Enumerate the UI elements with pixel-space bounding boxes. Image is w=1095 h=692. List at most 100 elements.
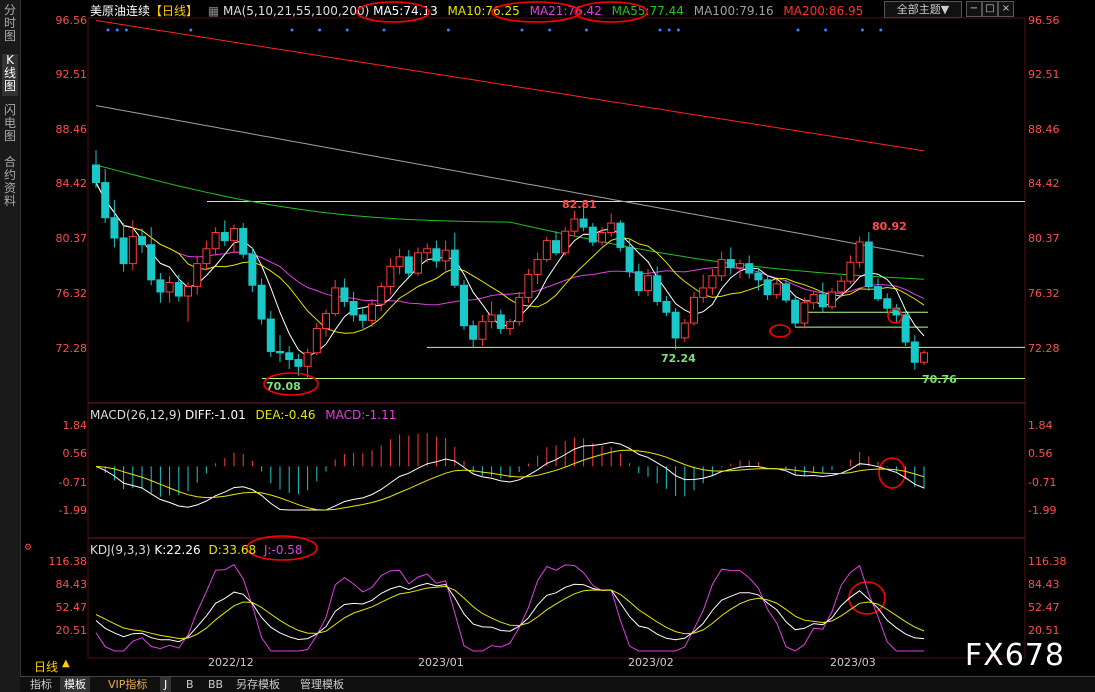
- candle-body: [800, 302, 809, 324]
- kdj-header: KDJ(9,3,3) K:22.26 D:33.68 J:-0.58: [90, 543, 303, 557]
- candle-body: [782, 283, 790, 301]
- tab-b[interactable]: B: [182, 677, 198, 692]
- candle-body: [193, 263, 202, 288]
- ma200-line: [95, 20, 925, 152]
- candle-body: [340, 287, 349, 302]
- candle-body: [469, 325, 478, 340]
- candle-body: [855, 241, 864, 263]
- candle-body: [726, 259, 735, 269]
- candle-body: [818, 294, 827, 308]
- candle-body: [690, 296, 698, 324]
- annotation-circle: [878, 457, 906, 489]
- candle-body: [920, 352, 928, 363]
- candle-body: [487, 314, 496, 323]
- signal-dot: [106, 28, 110, 32]
- candle-body: [874, 286, 882, 300]
- signal-dot: [446, 28, 450, 32]
- ma10-line: [95, 182, 925, 334]
- candle-body: [561, 230, 570, 254]
- kdj-tick-left: 84.43: [55, 578, 88, 591]
- price-chart-canvas[interactable]: 82.8180.9272.2470.0870.76: [0, 0, 1095, 692]
- signal-dot: [676, 28, 680, 32]
- kdj-tick-left: 116.38: [48, 555, 88, 568]
- signal-dot: [382, 28, 386, 32]
- price-extreme-label: 72.24: [661, 352, 696, 365]
- save-template-button[interactable]: 另存模板: [232, 677, 284, 692]
- candle-body: [92, 164, 100, 184]
- candle-body: [128, 236, 137, 265]
- tab-bb[interactable]: BB: [204, 677, 227, 692]
- ma55-line: [95, 164, 925, 280]
- candle-body: [542, 240, 551, 261]
- annotation-circle: [356, 1, 430, 23]
- candle-body: [533, 259, 542, 275]
- candle-body: [156, 279, 165, 293]
- candle-body: [432, 248, 441, 262]
- date-tick: 2023/02: [628, 656, 674, 669]
- candle-body: [524, 273, 533, 298]
- candle-body: [423, 248, 432, 254]
- tab-vip-indicator[interactable]: VIP指标: [104, 677, 151, 692]
- price-tick-right: 76.32: [1028, 287, 1060, 300]
- candle-body: [496, 314, 505, 329]
- candle-body: [910, 341, 919, 363]
- candle-body: [809, 294, 818, 304]
- candle-body: [634, 271, 643, 292]
- signal-dot: [189, 28, 193, 32]
- macd-tick-left: 1.84: [62, 419, 88, 432]
- tab-indicator[interactable]: 指标: [26, 677, 56, 692]
- period-up-icon[interactable]: ▲: [62, 658, 70, 669]
- price-tick-left: 92.51: [55, 68, 88, 81]
- chart-frame: [87, 17, 1026, 659]
- candle-body: [386, 265, 395, 288]
- candle-body: [239, 227, 248, 255]
- candle-body: [110, 217, 119, 239]
- kdj-settings-icon[interactable]: ⚙: [24, 543, 32, 553]
- candle-body: [404, 256, 413, 274]
- macd-tick-right: -0.71: [1028, 476, 1057, 489]
- candle-body: [220, 232, 229, 242]
- candle-body: [460, 284, 468, 327]
- candle-body: [174, 282, 183, 297]
- signal-dot: [796, 28, 800, 32]
- macd-tick-right: 1.84: [1028, 419, 1053, 432]
- candle-body: [616, 222, 625, 248]
- annotation-circle: [769, 324, 791, 338]
- manage-template-button[interactable]: 管理模板: [296, 677, 348, 692]
- candle-body: [708, 275, 717, 289]
- signal-dot: [124, 28, 128, 32]
- period-label[interactable]: 日线: [34, 658, 58, 675]
- candle-body: [598, 232, 606, 243]
- tab-j[interactable]: J: [160, 677, 172, 692]
- price-tick-left: 88.46: [55, 123, 88, 136]
- kdj-k-line: [95, 582, 925, 643]
- macd-tick-right: -1.99: [1028, 504, 1057, 517]
- price-extreme-label: 70.76: [922, 373, 957, 386]
- kdj-k: K:22.26: [154, 543, 201, 557]
- tab-template[interactable]: 模板: [60, 677, 90, 692]
- candle-body: [506, 321, 514, 329]
- candle-body: [441, 249, 450, 262]
- candle-body: [552, 240, 560, 254]
- signal-dot: [318, 28, 322, 32]
- price-tick-left: 72.28: [55, 342, 88, 355]
- date-tick: 2022/12: [208, 656, 254, 669]
- candle-body: [322, 313, 330, 329]
- date-tick: 2023/01: [418, 656, 464, 669]
- candle-body: [625, 246, 634, 273]
- candle-body: [644, 275, 652, 292]
- candle-body: [763, 279, 772, 296]
- signal-dot: [879, 28, 883, 32]
- candle-body: [680, 322, 689, 339]
- signal-dot: [548, 28, 552, 32]
- macd-tick-left: 0.56: [62, 447, 88, 460]
- date-tick: 2023/03: [830, 656, 876, 669]
- candle-body: [478, 321, 487, 340]
- price-tick-left: 76.32: [55, 287, 88, 300]
- candle-body: [119, 237, 128, 265]
- candle-body: [257, 284, 266, 320]
- candle-body: [736, 263, 744, 269]
- candle-body: [846, 261, 855, 282]
- price-tick-left: 96.56: [55, 14, 88, 27]
- candle-body: [285, 352, 294, 361]
